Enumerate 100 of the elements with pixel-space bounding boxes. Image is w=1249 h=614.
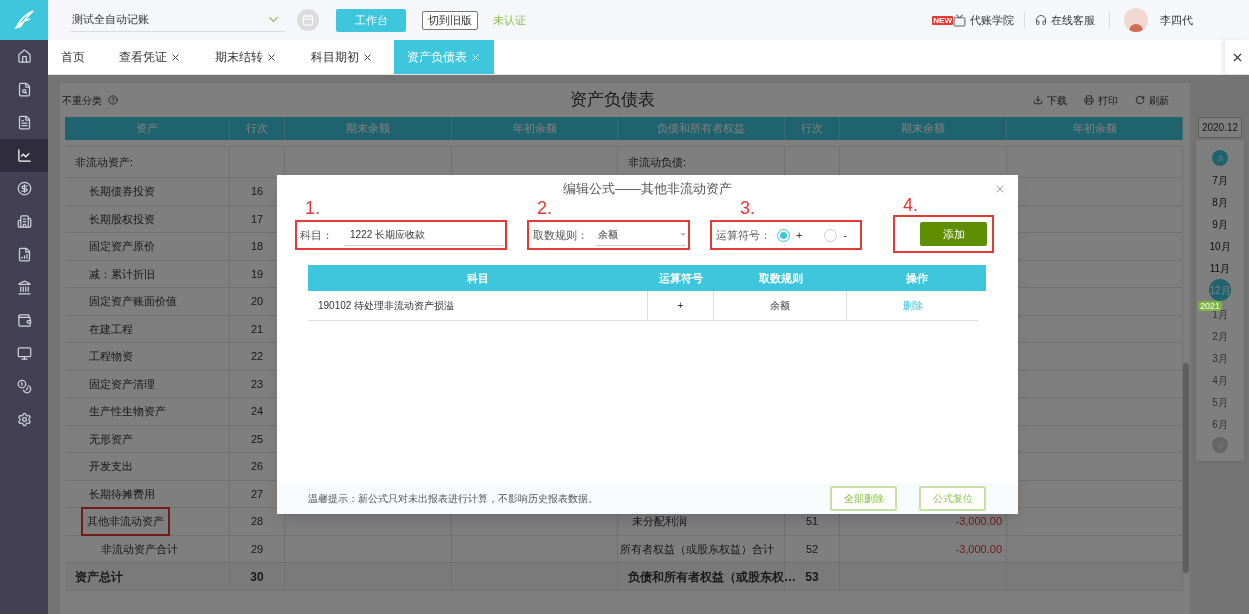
row-label: 非流动资产: xyxy=(75,154,134,170)
refresh-button[interactable]: 刷新 xyxy=(1135,92,1169,108)
column-header: 运算符号 xyxy=(658,270,704,286)
field-label: 运算符号： xyxy=(716,227,771,243)
scrollbar-thumb[interactable] xyxy=(1183,363,1189,573)
column-header: 年初余额 xyxy=(1007,117,1183,140)
row-label: 长期股权投资 xyxy=(89,211,155,227)
step-number: 2. xyxy=(537,199,553,217)
month-item[interactable]: 11月 xyxy=(1209,257,1231,279)
row-label: 未分配利润 xyxy=(632,514,687,529)
row-label: 负债和所有者权益（或股东权… xyxy=(628,568,796,586)
line-number: 25 xyxy=(250,431,264,447)
rule-select[interactable]: 余额 xyxy=(596,224,686,246)
month-item[interactable]: 9月 xyxy=(1209,213,1231,235)
column-header: 年初余额 xyxy=(452,117,618,140)
line-number: 24 xyxy=(250,404,264,419)
video-icon xyxy=(953,13,966,27)
chart-icon[interactable] xyxy=(0,139,48,172)
line-number: 21 xyxy=(250,321,264,337)
row-label: 在建工程 xyxy=(89,321,133,337)
option-label: 不重分类 xyxy=(62,93,102,108)
month-item[interactable]: 8月 xyxy=(1209,191,1231,213)
user-name[interactable]: 李四代 xyxy=(1160,11,1193,29)
row-label: 生产性生物资产 xyxy=(89,404,166,419)
line-number: 52 xyxy=(805,541,819,557)
subject-field[interactable]: 1222 长期应收款 xyxy=(345,224,503,246)
operator-radio[interactable]: - xyxy=(824,226,848,244)
line-number: 20 xyxy=(250,294,264,309)
table-cell-text: + xyxy=(677,299,684,313)
row-label: 开发支出 xyxy=(89,459,133,474)
row-label: 工程物资 xyxy=(89,349,133,364)
print-button[interactable]: 打印 xyxy=(1084,92,1118,108)
line-number: 17 xyxy=(250,211,264,227)
support-link[interactable]: 在线客服 xyxy=(1051,11,1095,29)
tab[interactable]: 期末结转 xyxy=(202,40,290,74)
row-label: 固定资产账面价值 xyxy=(89,294,177,309)
status-label: 未认证 xyxy=(493,12,526,28)
refresh-icon xyxy=(1135,95,1145,105)
month-item[interactable]: 7月 xyxy=(1209,169,1231,191)
row-label: 固定资产原价 xyxy=(89,239,155,254)
printer-icon xyxy=(1084,95,1094,105)
line-number: 18 xyxy=(250,239,264,254)
headset-icon xyxy=(1035,14,1047,26)
row-label: 无形资产 xyxy=(89,431,133,447)
row-label: 资产总计 xyxy=(75,568,123,586)
download-icon xyxy=(1033,95,1043,105)
row-label: 长期债券投资 xyxy=(89,184,155,199)
line-number: 27 xyxy=(250,486,264,502)
line-number: 30 xyxy=(250,568,264,586)
download-button[interactable]: 下载 xyxy=(1033,92,1067,108)
column-header: 期末余额 xyxy=(840,117,1007,140)
new-badge: NEW xyxy=(932,15,953,25)
account-select[interactable]: 测试全自动记账 xyxy=(70,8,285,32)
row-label: 长期待摊费用 xyxy=(89,486,155,502)
period-button[interactable]: 2020.12 xyxy=(1198,117,1242,138)
add-button[interactable]: 添加 xyxy=(920,222,987,246)
row-label: 固定资产清理 xyxy=(89,376,155,392)
line-number: 29 xyxy=(250,541,264,557)
column-header: 资产 xyxy=(65,117,230,140)
operator-radio[interactable]: + xyxy=(777,226,803,244)
column-header: 取数规则 xyxy=(757,270,804,286)
line-number: 53 xyxy=(805,568,819,586)
tab[interactable]: 科目期初 xyxy=(298,40,386,74)
dialog-title: 编辑公式——其他非流动资产 xyxy=(563,180,732,199)
line-number: 28 xyxy=(250,514,264,529)
row-label: 其他非流动资产 xyxy=(83,509,168,534)
table-cell-text: 190102 待处理非流动资产损溢 xyxy=(318,299,455,313)
help-icon[interactable] xyxy=(108,95,118,105)
row-label: 非流动资产合计 xyxy=(101,541,178,557)
column-header: 行次 xyxy=(230,117,285,140)
column-header: 期末余额 xyxy=(285,117,452,140)
line-number: 51 xyxy=(805,514,819,529)
balance-value: -3,000.00 xyxy=(955,541,1002,557)
line-number: 23 xyxy=(250,376,264,392)
step-number: 3. xyxy=(740,199,756,217)
line-number: 26 xyxy=(250,459,264,474)
row-label: 非流动负债: xyxy=(628,154,687,170)
row-label: 所有者权益（或股东权益）合计 xyxy=(620,541,774,557)
column-header: 操作 xyxy=(904,270,929,286)
tab[interactable]: 查看凭证 xyxy=(106,40,194,74)
column-header: 负债和所有者权益 xyxy=(618,117,785,140)
switch-version-button[interactable]: 切到旧版 xyxy=(422,10,478,30)
table-cell-text: 余额 xyxy=(770,299,790,313)
close-icon[interactable] xyxy=(266,51,277,63)
field-label: 科目： xyxy=(300,227,333,243)
step-number: 1. xyxy=(305,199,321,217)
row-label: 减：累计折旧 xyxy=(89,266,155,282)
line-number: 22 xyxy=(250,349,264,364)
column-header: 行次 xyxy=(785,117,840,140)
close-icon[interactable] xyxy=(362,51,373,63)
academy-link[interactable]: 代账学院 xyxy=(970,11,1014,29)
column-header: 科目 xyxy=(466,270,490,286)
tab[interactable]: 首页 xyxy=(48,40,98,74)
line-number: 19 xyxy=(250,266,264,282)
balance-value: -3,000.00 xyxy=(955,514,1002,529)
step-number: 4. xyxy=(903,196,919,214)
line-number: 16 xyxy=(250,184,264,199)
close-icon[interactable] xyxy=(170,51,181,63)
month-item[interactable]: 10月 xyxy=(1209,235,1231,257)
avatar-icon[interactable] xyxy=(1124,8,1148,32)
